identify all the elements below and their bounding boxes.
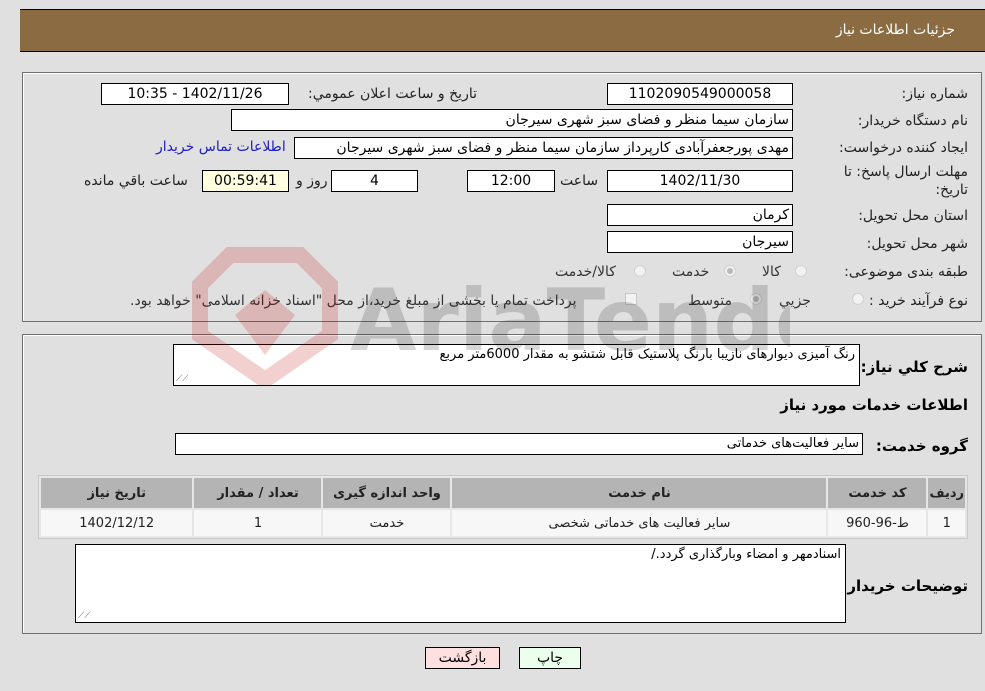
remaining-time-label: ساعت باقي مانده [84,173,188,189]
need-number-label: شماره نیاز: [901,86,969,102]
category-option-goods-service: کالا/خدمت [555,264,616,280]
creator-label: ایجاد کننده درخواست: [839,140,968,156]
buyer-contact-link[interactable]: اطلاعات تماس خریدار [156,139,286,155]
province-field[interactable]: کرمان [607,204,793,226]
buyer-notes-label: توضیحات خریدار: [841,577,968,595]
deadline-time-field[interactable]: 12:00 [467,170,555,192]
page-title: جزئیات اطلاعات نیاز [835,22,955,38]
back-button[interactable]: بازگشت [425,647,500,669]
days-label: روز و [296,173,328,189]
announce-label: تاریخ و ساعت اعلان عمومي: [308,86,477,102]
services-table: ردیف کد خدمت نام خدمت واحد اندازه گیری ت… [38,475,968,539]
column-header-service-name: نام خدمت [452,478,827,508]
process-radio-minor[interactable] [852,293,864,305]
service-group-label: گروه خدمت: [875,437,968,455]
deadline-time-label: ساعت [560,173,599,189]
category-radio-goods[interactable] [795,265,807,277]
column-header-need-date: تاریخ نیاز [41,478,193,508]
column-header-quantity: تعداد / مقدار [194,478,322,508]
days-remaining-field[interactable]: 4 [331,170,418,192]
cell-service-name: سایر فعالیت های خدماتی شخصی [452,510,827,536]
table-row: 1 ط-96-960 سایر فعالیت های خدماتی شخصی خ… [41,510,965,536]
cell-need-date: 1402/12/12 [41,510,193,536]
column-header-row-number: ردیف [928,478,965,508]
process-radio-medium[interactable] [750,293,762,305]
treasury-checkbox[interactable] [625,293,637,305]
deadline-label-line2: تاریخ: [935,182,968,198]
process-label: نوع فرآیند خرید : [869,293,968,309]
page-header: جزئیات اطلاعات نیاز [20,9,985,52]
province-label: استان محل تحویل: [858,208,968,224]
description-text: رنگ آمیزی دیوارهای نازیبا بارنگ پلاستیک … [439,347,856,362]
category-label: طبقه بندی موضوعی: [844,264,968,280]
deadline-date-field[interactable]: 1402/11/30 [607,170,793,192]
city-field[interactable]: سیرجان [607,231,793,253]
resize-grip-icon[interactable]: ⟋⟋ [176,374,189,384]
process-option-medium: متوسط [688,293,732,309]
treasury-note: پرداخت تمام یا بخشی از مبلغ خرید،از محل … [130,293,577,309]
buyer-notes-textarea[interactable]: اسنادمهر و امضاء وبارگذاری گردد./ ⟋⟋ [75,544,846,623]
buyer-org-field[interactable]: سازمان سیما منظر و فضای سبز شهری سیرجان [231,109,793,131]
cell-unit: خدمت [323,510,451,536]
city-label: شهر محل تحویل: [866,236,968,252]
need-number-field[interactable]: 1102090549000058 [607,83,793,105]
table-header-row: ردیف کد خدمت نام خدمت واحد اندازه گیری ت… [41,478,965,508]
description-label: شرح کلي نياز: [860,358,968,376]
cell-service-code: ط-96-960 [828,510,927,536]
category-option-goods: کالا [762,264,781,280]
process-option-minor: جزيي [779,293,811,309]
creator-field[interactable]: مهدی پورجعفرآبادی کارپرداز سازمان سیما م… [294,137,793,159]
service-group-field[interactable]: سایر فعالیت‌های خدماتی [175,433,863,455]
resize-grip-icon[interactable]: ⟋⟋ [78,611,91,621]
remaining-time-field[interactable]: 00:59:41 [202,170,289,192]
print-button[interactable]: چاپ [519,647,581,669]
description-textarea[interactable]: رنگ آمیزی دیوارهای نازیبا بارنگ پلاستیک … [173,344,860,386]
column-header-service-code: کد خدمت [828,478,927,508]
category-radio-goods-service[interactable] [634,265,646,277]
column-header-unit: واحد اندازه گیری [323,478,451,508]
cell-quantity: 1 [194,510,322,536]
buyer-notes-text: اسنادمهر و امضاء وبارگذاری گردد./ [651,547,841,562]
services-section-title: اطلاعات خدمات مورد نیاز [780,396,968,414]
announce-datetime-field[interactable]: 1402/11/26 - 10:35 [101,83,289,105]
deadline-label-line1: مهلت ارسال پاسخ: تا [843,164,968,180]
category-radio-service[interactable] [724,265,736,277]
category-option-service: خدمت [672,264,710,280]
cell-row-number: 1 [928,510,965,536]
buyer-org-label: نام دستگاه خریدار: [857,113,968,129]
